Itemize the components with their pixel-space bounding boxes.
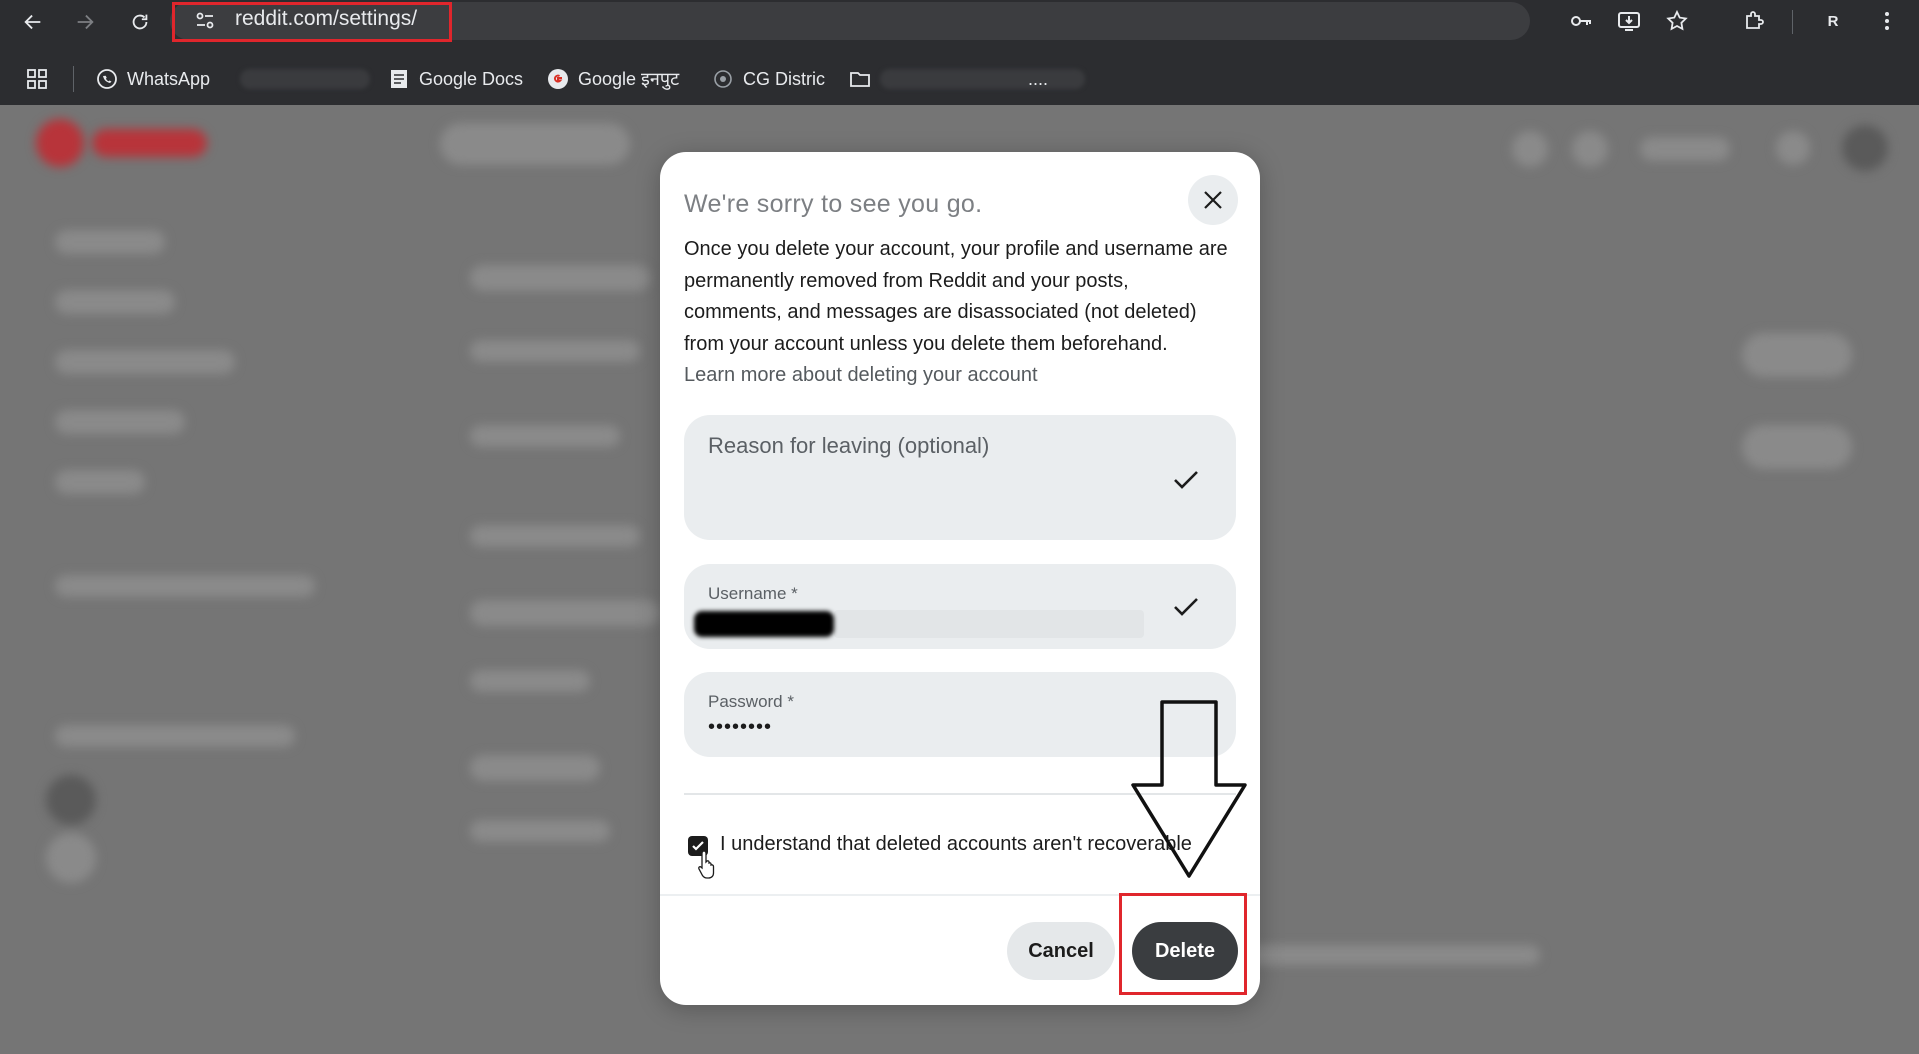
google-icon xyxy=(547,68,569,90)
kebab-menu-icon xyxy=(1885,12,1889,30)
blurred-nav-item xyxy=(55,470,145,494)
reload-icon xyxy=(132,14,148,30)
blurred-section-title xyxy=(470,755,600,781)
bookmark-label: WhatsApp xyxy=(127,68,211,89)
username-label: Username * xyxy=(708,584,798,603)
down-arrow-annotation-icon xyxy=(1131,700,1247,878)
blurred-connect-button xyxy=(1742,425,1852,469)
url-annotation-box xyxy=(172,2,452,42)
blurred-nav-item xyxy=(55,410,185,434)
blurred-create-button xyxy=(1640,137,1730,161)
bookmark-folder[interactable] xyxy=(849,65,880,93)
dialog-title: We're sorry to see you go. xyxy=(684,190,983,218)
blurred-row xyxy=(470,820,610,842)
install-app-button[interactable] xyxy=(1614,6,1644,36)
reload-button[interactable] xyxy=(122,4,158,40)
blurred-nav-item xyxy=(55,230,165,254)
puzzle-icon xyxy=(1746,11,1764,29)
close-icon xyxy=(1204,191,1222,209)
toolbar-divider xyxy=(1792,10,1793,34)
blurred-section-title xyxy=(470,600,660,626)
blurred-section-title xyxy=(470,265,650,291)
folder-icon xyxy=(849,68,871,90)
blurred-nav-item xyxy=(55,350,235,374)
extensions-button[interactable] xyxy=(1739,6,1769,36)
install-icon xyxy=(1618,12,1640,31)
blurred-avatar xyxy=(46,833,96,883)
close-button[interactable] xyxy=(1188,175,1238,225)
bookmark-label: CG Distric xyxy=(743,68,825,89)
truncated-bookmark-suffix: .... xyxy=(1028,68,1049,89)
blurred-row xyxy=(470,670,590,692)
back-arrow-icon xyxy=(24,14,41,30)
whatsapp-icon xyxy=(96,68,118,90)
blurred-footer-text xyxy=(1240,945,1540,965)
blurred-bookmark xyxy=(240,69,370,89)
dialog-description: Once you delete your account, your profi… xyxy=(684,238,1228,355)
blurred-avatar xyxy=(1842,125,1888,171)
blurred-nav-item xyxy=(55,725,295,747)
blurred-search-bar xyxy=(440,123,630,165)
blurred-nav-item xyxy=(55,290,175,314)
apps-button[interactable] xyxy=(26,65,57,93)
back-button[interactable] xyxy=(15,4,51,40)
checkmark-icon xyxy=(1174,471,1198,489)
username-value-blurred xyxy=(834,610,1144,638)
profile-button[interactable]: R xyxy=(1818,6,1848,36)
reddit-logo-icon xyxy=(36,119,84,167)
acknowledge-label[interactable]: I understand that deleted accounts aren'… xyxy=(720,833,1192,856)
star-icon xyxy=(1666,9,1688,31)
blurred-icon xyxy=(1572,131,1608,167)
password-value: •••••••• xyxy=(708,716,773,738)
browser-menu-button[interactable] xyxy=(1872,6,1902,36)
blurred-icon xyxy=(1776,131,1810,165)
bookmark-cg-district[interactable]: CG Distric xyxy=(712,65,825,93)
reason-placeholder: Reason for leaving (optional) xyxy=(708,433,990,458)
bookmark-star-button[interactable] xyxy=(1662,6,1692,36)
bookmarks-separator xyxy=(73,66,74,92)
blurred-avatar xyxy=(46,775,96,825)
password-key-button[interactable] xyxy=(1566,6,1596,36)
browser-toolbar: reddit.com/settings/ R xyxy=(0,0,1919,53)
learn-more-link[interactable]: Learn more about deleting your account xyxy=(684,360,1038,391)
bookmark-label: Google Docs xyxy=(419,68,524,89)
blurred-icon xyxy=(1512,131,1548,167)
bookmarks-bar: WhatsApp Google Docs Google इनपुट CG Dis… xyxy=(0,53,1919,106)
blurred-nav-item xyxy=(55,575,315,597)
blurred-row xyxy=(470,340,640,362)
bookmark-whatsapp[interactable]: WhatsApp xyxy=(96,65,210,93)
checkmark-icon xyxy=(1174,598,1198,616)
blurred-connect-button xyxy=(1742,333,1852,377)
forward-button[interactable] xyxy=(67,4,103,40)
key-icon xyxy=(1571,16,1591,26)
bookmark-google-input[interactable]: Google इनपुट xyxy=(547,65,679,93)
reddit-wordmark xyxy=(92,129,207,157)
blurred-row xyxy=(470,425,620,447)
password-label: Password * xyxy=(708,692,794,711)
forward-arrow-icon xyxy=(77,14,94,30)
apps-grid-icon xyxy=(26,68,48,90)
bookmark-label: Google इनपुट xyxy=(578,69,680,89)
cancel-button[interactable]: Cancel xyxy=(1007,922,1115,980)
delete-annotation-box xyxy=(1119,893,1247,995)
username-redaction xyxy=(694,611,834,637)
reason-for-leaving-field[interactable]: Reason for leaving (optional) xyxy=(684,415,1236,540)
google-docs-icon xyxy=(388,68,410,90)
username-field[interactable]: Username * xyxy=(684,564,1236,649)
cg-district-icon xyxy=(712,68,734,90)
bookmark-google-docs[interactable]: Google Docs xyxy=(388,65,523,93)
blurred-row xyxy=(470,525,640,547)
blurred-bookmark xyxy=(880,69,1085,89)
hand-cursor-icon xyxy=(698,850,715,879)
